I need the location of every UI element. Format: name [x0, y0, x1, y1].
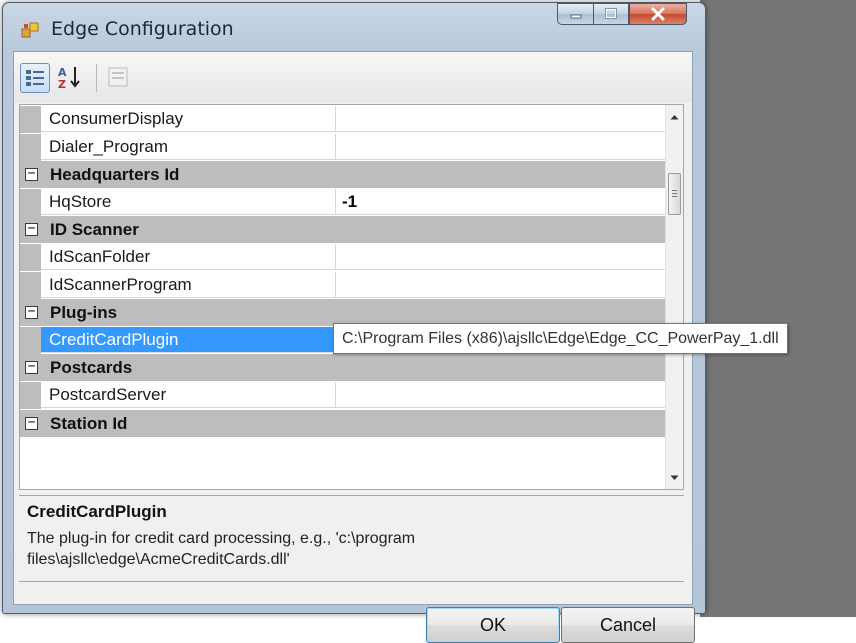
caption-buttons [557, 3, 687, 27]
property-pages-button[interactable] [104, 63, 134, 93]
row-margin [20, 244, 41, 271]
scroll-up-arrow-icon[interactable] [669, 111, 680, 122]
property-value[interactable] [336, 106, 666, 132]
collapse-icon[interactable]: − [25, 360, 38, 375]
svg-text:Z: Z [58, 78, 66, 91]
collapse-icon[interactable]: − [25, 416, 38, 430]
row-margin [20, 188, 41, 216]
categorized-view-button[interactable] [20, 63, 50, 93]
category-row[interactable]: − Station Id [20, 409, 666, 437]
property-name[interactable]: HqStore [41, 188, 336, 215]
help-title: CreditCardPlugin [27, 502, 167, 521]
minimize-button[interactable] [557, 3, 593, 25]
value-tooltip: C:\Program Files (x86)\ajsllc\Edge\Edge_… [333, 323, 788, 354]
property-value[interactable] [336, 272, 666, 298]
property-pages-icon [108, 67, 128, 87]
ok-button[interactable]: OK [426, 607, 560, 643]
category-label: ID Scanner [50, 220, 139, 240]
collapse-icon[interactable]: − [25, 305, 38, 320]
property-name[interactable]: ConsumerDisplay [41, 106, 336, 132]
vertical-scrollbar[interactable] [665, 105, 683, 489]
row-margin [20, 133, 41, 161]
property-name[interactable]: IdScanFolder [41, 244, 336, 270]
desktop-background [700, 0, 856, 617]
help-pane: CreditCardPlugin The plug-in for credit … [19, 495, 684, 582]
minimize-icon [570, 14, 581, 19]
property-row[interactable]: Dialer_Program [20, 133, 666, 161]
property-row[interactable]: ConsumerDisplay [20, 106, 666, 133]
dialog-window: Edge Configuration A Z ConsumerDisplay D… [2, 2, 706, 643]
property-name[interactable]: CreditCardPlugin [41, 326, 336, 353]
property-row[interactable]: IdScannerProgram [20, 271, 666, 299]
cancel-button[interactable]: Cancel [561, 607, 695, 643]
property-name[interactable]: PostcardServer [41, 382, 336, 408]
property-name[interactable]: IdScannerProgram [41, 271, 336, 298]
close-button[interactable] [629, 3, 687, 25]
property-grid[interactable]: ConsumerDisplay Dialer_Program − Headquarte… [19, 104, 684, 490]
title-bar[interactable]: Edge Configuration [3, 3, 705, 53]
category-row[interactable]: − Headquarters Id [20, 161, 666, 189]
property-row[interactable]: IdScanFolder [20, 244, 666, 271]
category-label: Station Id [50, 413, 128, 433]
property-value[interactable] [336, 382, 666, 408]
row-margin [20, 326, 41, 354]
row-margin [20, 271, 41, 299]
scroll-down-arrow-icon[interactable] [669, 472, 680, 483]
property-grid-toolbar: A Z [14, 52, 692, 102]
scrollbar-thumb[interactable] [668, 173, 681, 215]
app-icon [21, 21, 39, 39]
category-label: Plug-ins [50, 303, 118, 323]
property-row[interactable]: PostcardServer [20, 382, 666, 409]
collapse-icon[interactable]: − [25, 222, 38, 237]
property-name[interactable]: Dialer_Program [41, 133, 336, 160]
category-row[interactable]: − Postcards [20, 354, 666, 382]
category-label: Postcards [50, 358, 133, 378]
category-label: Headquarters Id [50, 165, 180, 185]
alphabetical-sort-button[interactable]: A Z [56, 63, 86, 93]
maximize-button[interactable] [593, 3, 629, 25]
property-value[interactable] [336, 134, 666, 160]
close-icon [651, 7, 665, 21]
category-row[interactable]: − ID Scanner [20, 216, 666, 244]
collapse-icon[interactable]: − [25, 167, 38, 182]
window-title: Edge Configuration [51, 18, 234, 40]
row-margin [20, 382, 41, 409]
categorized-view-icon [26, 70, 44, 86]
property-value[interactable]: -1 [336, 189, 666, 215]
property-value[interactable] [336, 244, 666, 270]
maximize-icon [605, 8, 617, 19]
toolbar-separator [96, 64, 97, 92]
property-row[interactable]: HqStore -1 [20, 188, 666, 216]
help-description: The plug-in for credit card processing, … [27, 530, 416, 568]
sort-alphabetical-icon: A Z [58, 66, 80, 91]
row-margin [20, 106, 41, 133]
